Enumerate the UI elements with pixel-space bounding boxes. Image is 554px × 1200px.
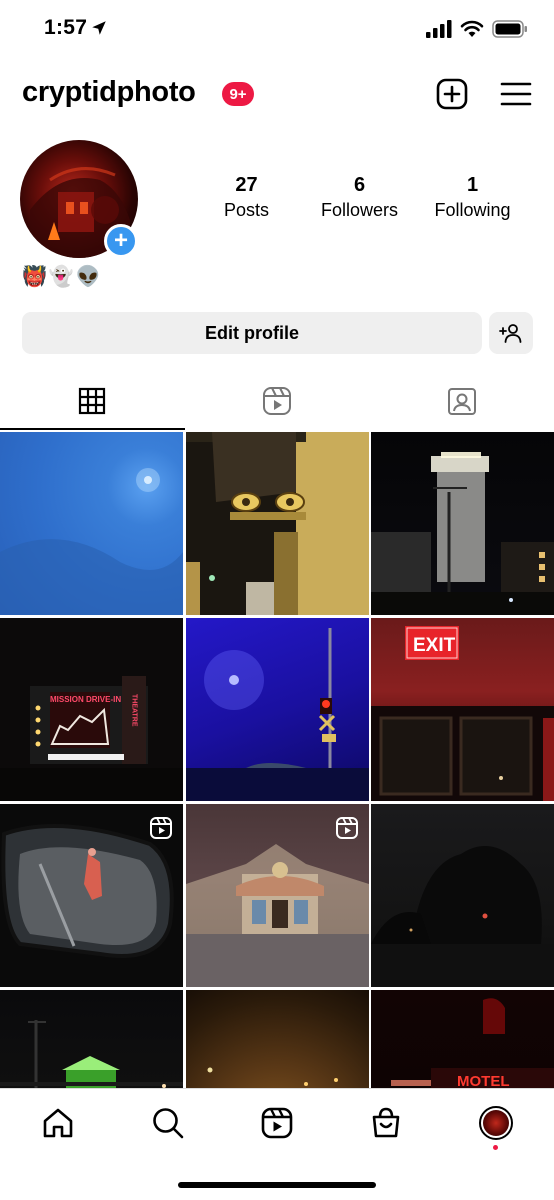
following-label: Following <box>434 200 511 220</box>
grid-post[interactable] <box>185 432 369 615</box>
posts-stat[interactable]: 27 Posts <box>190 174 303 221</box>
location-arrow-icon <box>92 21 106 35</box>
home-indicator <box>178 1182 376 1188</box>
shop-icon <box>372 1107 400 1138</box>
post-image <box>207 1067 338 1086</box>
reels-icon <box>261 1107 293 1139</box>
post-image <box>371 846 554 987</box>
grid-post[interactable] <box>185 618 369 801</box>
signal-icon <box>426 20 452 38</box>
drive-in-sign-text: MISSION DRIVE-IN <box>50 695 121 704</box>
reels-icon <box>263 387 291 415</box>
grid-post[interactable]: MOTEL <box>371 990 554 1088</box>
profile-avatar-small <box>479 1106 513 1140</box>
grid-post[interactable] <box>0 432 183 615</box>
nav-shop[interactable] <box>366 1103 406 1143</box>
posts-count: 27 <box>235 174 258 196</box>
post-image <box>185 628 369 801</box>
notification-dot <box>493 1145 498 1150</box>
posts-grid: MISSION DRIVE-IN THEATRE EXIT MOTEL <box>0 432 554 1088</box>
profile-tabs <box>0 372 554 430</box>
edit-profile-button[interactable]: Edit profile <box>22 312 482 354</box>
grid-post[interactable]: EXIT <box>371 618 554 801</box>
profile-header: cryptidphoto 9+ <box>0 72 554 118</box>
post-image: MOTEL <box>391 998 554 1088</box>
tab-grid[interactable] <box>0 372 185 430</box>
following-count: 1 <box>466 174 479 196</box>
grid-post[interactable] <box>371 804 554 987</box>
motel-sign-text: MOTEL <box>457 1073 510 1088</box>
menu-icon[interactable] <box>498 76 534 112</box>
tab-tagged[interactable] <box>369 372 554 430</box>
posts-label: Posts <box>223 200 270 220</box>
status-time: 1:57 <box>44 16 88 39</box>
notification-badge[interactable]: 9+ <box>222 82 254 106</box>
theatre-sign-text: THEATRE <box>131 694 138 727</box>
post-image <box>0 1020 183 1088</box>
grid-post[interactable] <box>185 804 369 987</box>
status-bar: 1:57 <box>0 0 554 60</box>
following-stat[interactable]: 1 Following <box>416 174 529 221</box>
profile-avatar-container[interactable]: + <box>20 140 138 258</box>
status-icons <box>426 20 528 38</box>
nav-search[interactable] <box>148 1103 188 1143</box>
grid-post[interactable] <box>0 990 183 1088</box>
wifi-icon <box>460 20 484 37</box>
grid-post[interactable]: MISSION DRIVE-IN THEATRE <box>0 618 183 801</box>
home-icon <box>43 1108 73 1138</box>
grid-post[interactable] <box>0 804 183 987</box>
reel-badge-icon <box>335 817 358 839</box>
create-post-icon[interactable] <box>434 76 470 112</box>
post-image <box>185 432 369 615</box>
battery-icon <box>492 20 527 38</box>
nav-profile[interactable] <box>476 1103 516 1143</box>
followers-label: Followers <box>320 200 399 220</box>
followers-count: 6 <box>353 174 366 196</box>
username[interactable]: cryptidphoto <box>22 76 196 109</box>
post-image <box>371 452 554 615</box>
post-image: MISSION DRIVE-IN THEATRE <box>0 676 183 801</box>
followers-stat[interactable]: 6 Followers <box>303 174 416 221</box>
post-image <box>0 468 183 615</box>
discover-people-button[interactable] <box>489 312 533 354</box>
search-icon <box>153 1108 184 1139</box>
nav-reels[interactable] <box>257 1103 297 1143</box>
grid-post[interactable] <box>185 990 369 1088</box>
exit-sign-text: EXIT <box>413 635 456 656</box>
bio-emojis: 👹👻👽 <box>22 266 103 288</box>
reel-badge-icon <box>150 817 172 839</box>
grid-icon <box>79 387 106 415</box>
profile-stats: 27 Posts 6 Followers 1 Following <box>190 174 530 221</box>
post-image: EXIT <box>371 626 554 801</box>
tab-reels[interactable] <box>185 372 370 430</box>
nav-home[interactable] <box>38 1103 78 1143</box>
tagged-icon <box>447 388 476 415</box>
grid-post[interactable] <box>371 432 554 615</box>
add-story-button[interactable]: + <box>104 224 138 258</box>
add-person-icon <box>499 324 522 343</box>
avatar-image <box>483 1110 509 1136</box>
